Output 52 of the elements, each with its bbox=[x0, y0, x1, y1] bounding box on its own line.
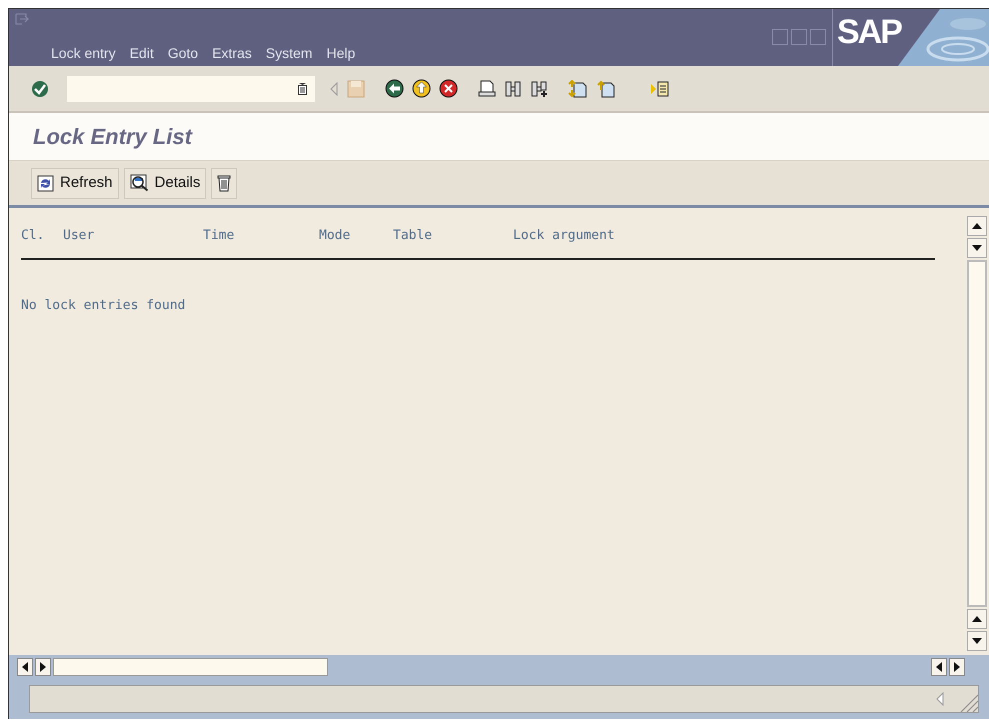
menu-item[interactable]: System bbox=[266, 43, 312, 64]
layout-icon[interactable] bbox=[650, 80, 670, 96]
delete-button[interactable] bbox=[211, 168, 238, 198]
scroll-right-button[interactable] bbox=[35, 658, 51, 676]
logo: SAP bbox=[837, 15, 901, 49]
scroll-up-button[interactable] bbox=[967, 216, 987, 236]
down-arrow-icon bbox=[972, 245, 982, 251]
left-arrow-icon bbox=[936, 662, 942, 672]
trash-icon bbox=[217, 174, 232, 192]
print-icon[interactable] bbox=[478, 80, 496, 97]
dropdown-icon[interactable] bbox=[298, 82, 307, 94]
refresh-button[interactable]: Refresh bbox=[31, 168, 119, 198]
scrollbar-thumb[interactable] bbox=[967, 260, 987, 607]
details-button[interactable]: Details bbox=[124, 168, 206, 198]
back-icon[interactable] bbox=[385, 79, 404, 98]
column-header: Mode bbox=[319, 227, 352, 245]
menu-item[interactable]: Lock entry bbox=[51, 43, 116, 64]
command-field[interactable] bbox=[67, 76, 315, 102]
down-arrow-icon bbox=[972, 638, 982, 644]
menu-item[interactable]: Help bbox=[326, 43, 356, 64]
check-icon[interactable] bbox=[31, 80, 49, 98]
cancel-icon[interactable] bbox=[439, 79, 458, 98]
column-header: Lock argument bbox=[513, 227, 616, 245]
column-header: User bbox=[63, 227, 96, 245]
scroll-down-button[interactable] bbox=[967, 238, 987, 258]
column-header: Table bbox=[393, 227, 434, 245]
left-arrow-icon bbox=[22, 662, 28, 672]
page-arrows-icon[interactable] bbox=[568, 80, 588, 98]
binoculars-icon[interactable] bbox=[504, 80, 522, 97]
exit-icon[interactable] bbox=[412, 79, 431, 98]
column-header: Cl. bbox=[21, 227, 46, 245]
scrollbar-thumb[interactable] bbox=[53, 658, 328, 676]
scroll-up-button[interactable] bbox=[967, 609, 987, 629]
right-arrow-icon bbox=[954, 662, 960, 672]
column-header: Time bbox=[203, 227, 236, 245]
magnifier-icon bbox=[130, 174, 149, 192]
refresh-icon bbox=[37, 174, 54, 192]
scroll-right-button[interactable] bbox=[949, 658, 965, 676]
screen-title: Lock Entry List bbox=[33, 123, 192, 151]
up-arrow-icon bbox=[972, 616, 982, 622]
page-up-icon[interactable] bbox=[596, 80, 616, 98]
expand-arrow-icon[interactable] bbox=[936, 692, 944, 706]
menu-item[interactable]: Extras bbox=[212, 43, 252, 64]
binoculars-plus-icon[interactable] bbox=[530, 80, 548, 97]
up-arrow-icon bbox=[972, 223, 982, 229]
menu-item[interactable]: Goto bbox=[168, 43, 198, 64]
status-message: No lock entries found bbox=[21, 296, 186, 314]
right-arrow-icon bbox=[40, 662, 46, 672]
scroll-left-button[interactable] bbox=[17, 658, 33, 676]
scroll-left-button[interactable] bbox=[931, 658, 947, 676]
menu-item[interactable]: Edit bbox=[130, 43, 154, 64]
scroll-down-button[interactable] bbox=[967, 631, 987, 651]
